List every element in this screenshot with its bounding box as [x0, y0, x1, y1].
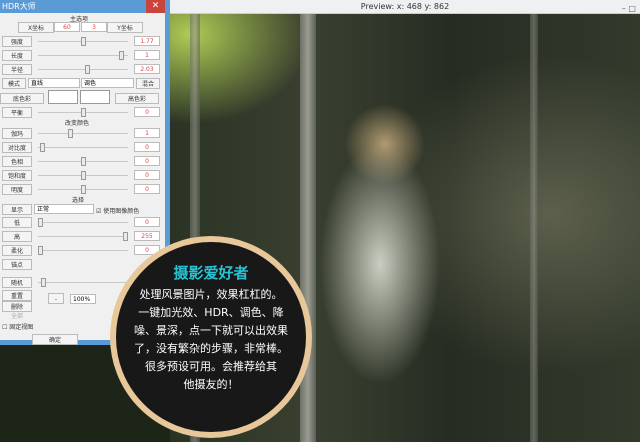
mode-select[interactable]: 直线 [28, 78, 80, 88]
preview-title-bar: Preview: x: 468 y: 862 – □ [170, 0, 640, 14]
select-1-slider-thumb[interactable] [123, 232, 128, 241]
overlay-line: 一键加光效、HDR、调色、降 [138, 306, 284, 319]
low-color-button[interactable]: 底色彩 [0, 93, 44, 104]
use-image-color-checkbox[interactable]: ☑ 使用图像颜色 [96, 206, 139, 215]
param-2-slider-thumb[interactable] [84, 65, 90, 74]
balance-value[interactable]: 0 [134, 107, 160, 117]
color-3-slider-thumb[interactable] [80, 171, 86, 180]
select-2-slider-thumb[interactable] [38, 246, 43, 255]
color-1-value[interactable]: 0 [134, 142, 160, 152]
color-0-label: 伽玛 [2, 128, 32, 139]
select-0-label: 低 [2, 217, 32, 228]
zoom-field[interactable]: 100% [70, 294, 96, 304]
param-0-label: 强度 [2, 36, 32, 47]
tab-x-coord[interactable]: X坐标 [18, 22, 54, 33]
color-2-value[interactable]: 0 [134, 156, 160, 166]
reset-button[interactable]: 重置 [2, 290, 32, 301]
param-0-value[interactable]: 1.77 [134, 36, 160, 46]
all-button[interactable]: 全部 [11, 311, 23, 320]
overlay-line: 处理风景图片，效果杠杠的。 [139, 288, 283, 301]
fixed-view-checkbox[interactable]: ☐ 固定视图 [2, 322, 33, 331]
balance-label: 平衡 [2, 107, 32, 118]
review-overlay: 摄影爱好者 处理风景图片，效果杠杠的。 一键加光效、HDR、调色、降 噪、景深，点一… [110, 236, 312, 438]
select-0-slider-thumb[interactable] [38, 218, 43, 227]
tab-y-coord[interactable]: Y坐标 [107, 22, 143, 33]
anchor-label: 锚点 [2, 259, 32, 270]
overlay-line: 噪、景深，点一下就可以出效果 [134, 324, 288, 337]
select-1-value[interactable]: 255 [134, 231, 160, 241]
select-0-slider[interactable] [38, 222, 128, 223]
color-4-label: 明度 [2, 184, 32, 195]
overlay-title: 摄影爱好者 [173, 264, 249, 282]
display-label: 显示 [2, 204, 32, 215]
selection-heading: 选择 [72, 197, 85, 204]
param-2-slider[interactable] [38, 69, 128, 70]
window-controls[interactable]: – □ [622, 2, 636, 16]
param-2-label: 半径 [2, 64, 32, 75]
random-slider[interactable] [38, 282, 128, 283]
param-1-slider[interactable] [38, 55, 128, 56]
select-1-slider[interactable] [38, 236, 128, 237]
color-4-slider-thumb[interactable] [80, 185, 86, 194]
color-4-value[interactable]: 0 [134, 184, 160, 194]
y-value[interactable]: 3 [81, 22, 107, 32]
color-2-slider-thumb[interactable] [80, 157, 86, 166]
color-1-label: 对比度 [2, 142, 32, 153]
select-1-label: 高 [2, 231, 32, 242]
color-mode-select[interactable]: 调色 [81, 78, 134, 88]
select-2-slider[interactable] [38, 250, 128, 251]
high-color-swatch[interactable] [80, 90, 110, 104]
high-color-button[interactable]: 高色彩 [115, 93, 159, 104]
x-value[interactable]: 60 [54, 22, 80, 32]
balance-slider-thumb[interactable] [80, 108, 86, 117]
random-slider-thumb[interactable] [41, 278, 46, 287]
color-1-slider[interactable] [38, 147, 128, 148]
fixed-view-label: 固定视图 [9, 324, 34, 331]
mode-label: 模式 [2, 78, 26, 89]
dialog-title: HDR大师 [0, 0, 165, 13]
preview-title: Preview: x: 468 y: 862 [360, 2, 450, 11]
change-color-heading: 改变颜色 [65, 120, 90, 127]
param-1-slider-thumb[interactable] [118, 51, 124, 60]
close-button[interactable]: ✕ [146, 0, 165, 13]
overlay-line: 了，没有繁杂的步骤，非常棒。 [134, 342, 288, 355]
blend-button[interactable]: 混合 [136, 78, 160, 89]
color-1-slider-thumb[interactable] [39, 143, 45, 152]
color-3-value[interactable]: 0 [134, 170, 160, 180]
random-button[interactable]: 随机 [2, 277, 32, 288]
low-color-swatch[interactable] [48, 90, 78, 104]
tree-trunk [530, 14, 538, 442]
color-0-slider[interactable] [38, 133, 128, 134]
color-3-label: 饱和度 [2, 170, 32, 181]
param-2-value[interactable]: 2.03 [134, 64, 160, 74]
param-0-slider-thumb[interactable] [80, 37, 86, 46]
zoom-out-button[interactable]: - [48, 293, 64, 304]
use-image-color-label: 使用图像颜色 [103, 208, 140, 215]
color-2-label: 色相 [2, 156, 32, 167]
overlay-line: 很多预设可用。会推荐给其 [145, 360, 277, 373]
param-1-label: 长度 [2, 50, 32, 61]
param-1-value[interactable]: 1 [134, 50, 160, 60]
display-select[interactable]: 正常 [34, 204, 94, 214]
overlay-line: 他摄友的！ [183, 378, 239, 391]
color-0-slider-thumb[interactable] [67, 129, 73, 138]
select-0-value[interactable]: 0 [134, 217, 160, 227]
color-0-value[interactable]: 1 [134, 128, 160, 138]
ok-button[interactable]: 确定 [32, 334, 78, 345]
select-2-label: 柔化 [2, 245, 32, 256]
